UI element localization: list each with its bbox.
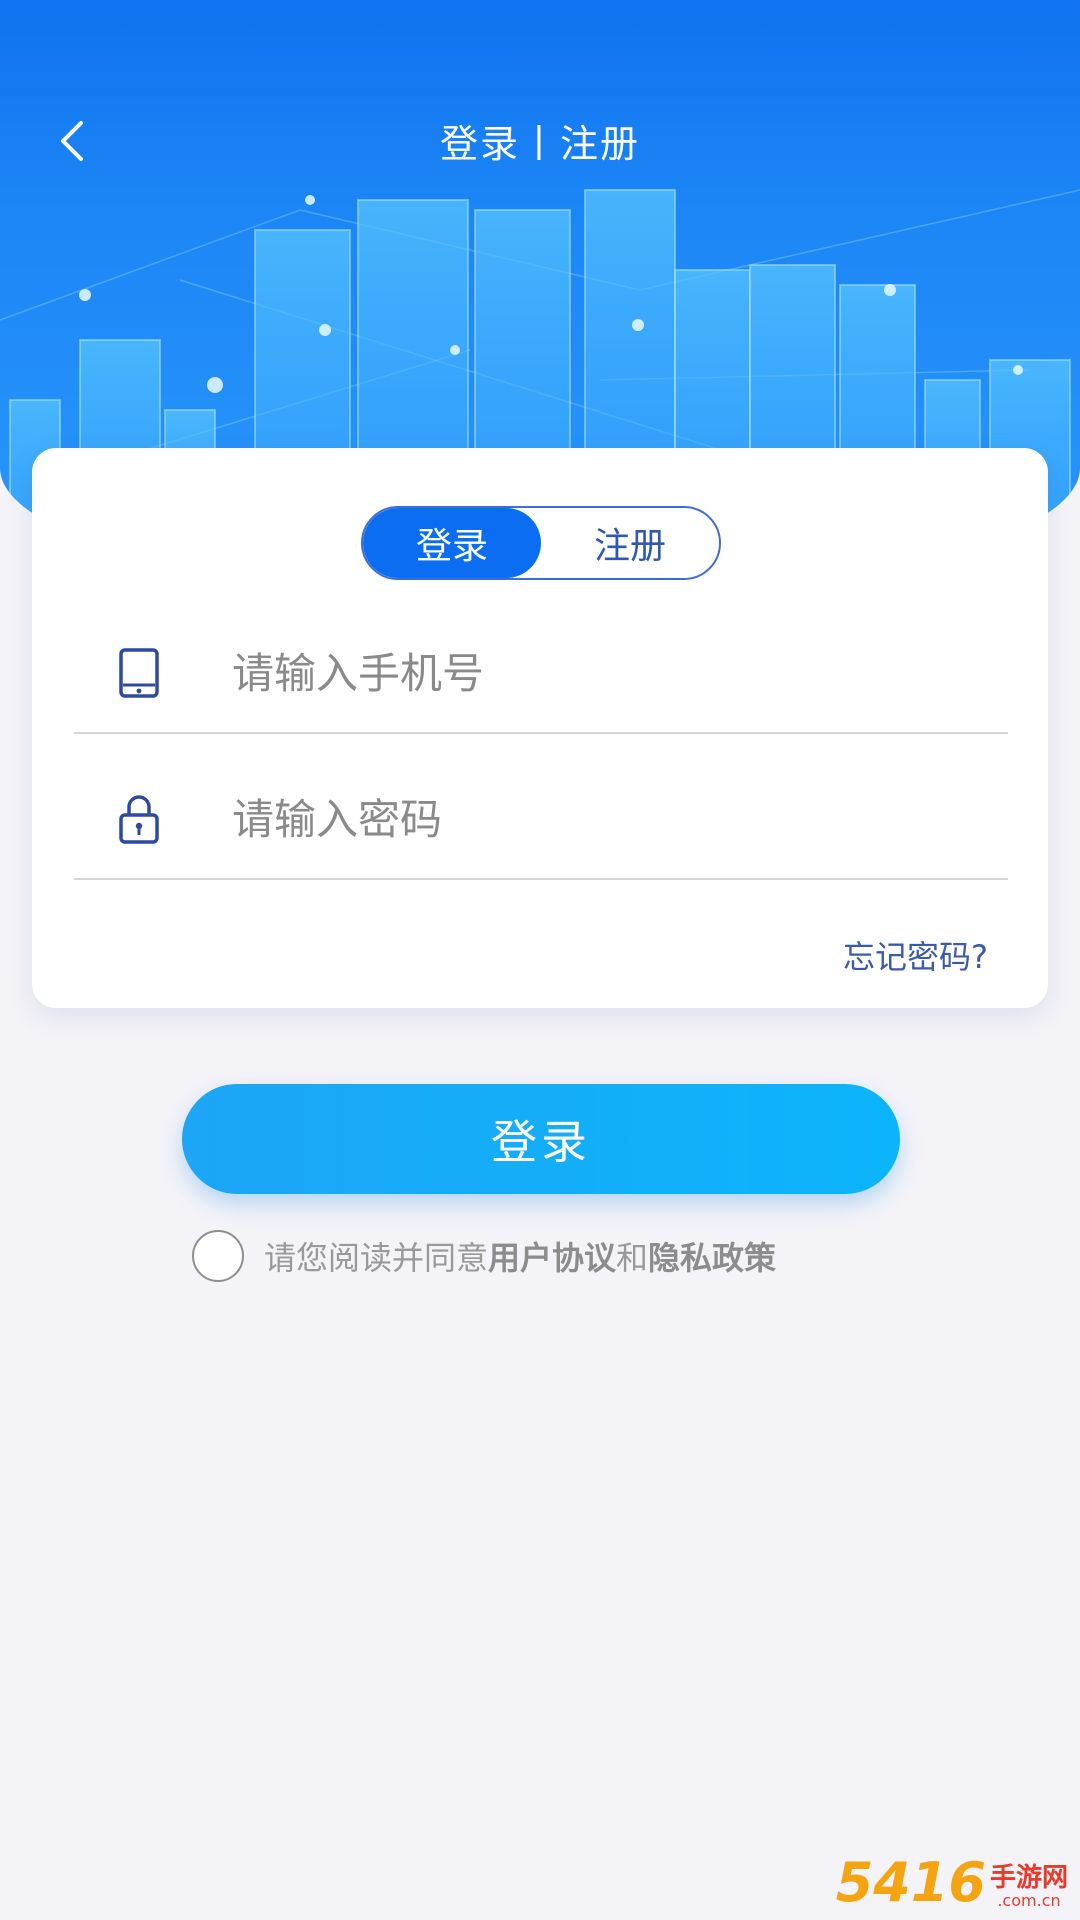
phone-icon bbox=[74, 647, 204, 699]
user-agreement-link[interactable]: 用户协议 bbox=[488, 1233, 616, 1279]
watermark-text: 手游网 bbox=[989, 1862, 1068, 1893]
lock-icon bbox=[74, 793, 204, 845]
agreement-row: 请您阅读并同意 用户协议 和 隐私政策 bbox=[192, 1230, 776, 1282]
phone-input[interactable] bbox=[204, 648, 1008, 698]
tab-login[interactable]: 登录 bbox=[363, 508, 541, 578]
login-register-toggle: 登录 注册 bbox=[361, 506, 721, 580]
agreement-prefix: 请您阅读并同意 bbox=[264, 1239, 489, 1277]
tab-register[interactable]: 注册 bbox=[541, 508, 719, 578]
login-button[interactable]: 登录 bbox=[182, 1084, 900, 1194]
agreement-checkbox[interactable] bbox=[192, 1230, 244, 1282]
page-title: 登录丨注册 bbox=[439, 121, 640, 166]
phone-field bbox=[74, 614, 1008, 734]
login-page: 登录丨注册 登录 注册 请输入手机号 忘记密码? 登录 请您阅读并同意 用户协议… bbox=[0, 0, 1080, 1920]
password-input[interactable] bbox=[204, 794, 1008, 844]
forgot-password-link[interactable]: 忘记密码? bbox=[843, 932, 988, 978]
top-bar: 登录丨注册 bbox=[0, 95, 1080, 185]
back-button[interactable] bbox=[40, 109, 104, 173]
watermark-number: 5416 bbox=[835, 1851, 986, 1914]
watermark-logo: 5416 手游网 .com.cn bbox=[836, 1856, 1068, 1910]
privacy-policy-link[interactable]: 隐私政策 bbox=[648, 1233, 776, 1279]
watermark-url: .com.cn bbox=[997, 1890, 1061, 1910]
agreement-connector: 和 bbox=[616, 1239, 649, 1277]
chevron-left-icon bbox=[61, 121, 83, 161]
password-field bbox=[74, 760, 1008, 880]
login-card: 登录 注册 忘 bbox=[32, 448, 1048, 1008]
